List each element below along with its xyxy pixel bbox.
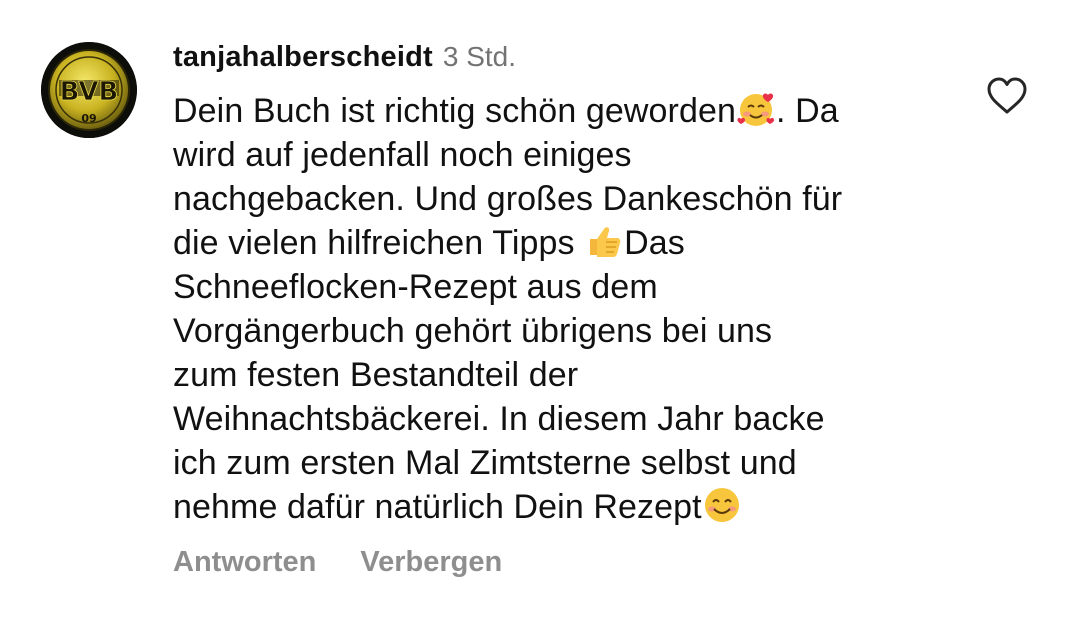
- comment-line: nachgebacken. Und großes Dankeschön für: [173, 180, 843, 218]
- comment-line: Weihnachtsbäckerei. In diesem Jahr backe: [173, 400, 825, 438]
- avatar[interactable]: BVB 09: [41, 42, 137, 138]
- comment-text: Dein Buch ist richtig schön geworden . D…: [173, 89, 973, 529]
- like-button[interactable]: [986, 76, 1028, 116]
- comment-line: nehme dafür natürlich Dein Rezept: [173, 485, 973, 529]
- comment-line: Vorgängerbuch gehört übrigens bei uns: [173, 312, 773, 350]
- comment-line: Dein Buch ist richtig schön geworden . D…: [173, 89, 973, 133]
- smiling-face-with-smiling-eyes-icon: [704, 488, 739, 522]
- smiling-face-with-hearts-icon: [737, 93, 775, 126]
- comment-header: tanjahalberscheidt 3 Std.: [173, 36, 973, 78]
- svg-text:09: 09: [81, 112, 96, 125]
- comment-line: ich zum ersten Mal Zimtsterne selbst und: [173, 444, 797, 482]
- bvb-logo-icon: BVB 09: [41, 42, 137, 138]
- svg-text:BVB: BVB: [60, 77, 119, 107]
- heart-outline-icon: [987, 77, 1027, 114]
- comment-line: Schneeflocken-Rezept aus dem: [173, 268, 658, 306]
- username[interactable]: tanjahalberscheidt: [173, 41, 433, 73]
- comment-item: BVB 09 tanjahalberscheidt 3 Std. Dein Buc…: [0, 0, 1079, 623]
- comment-actions: Antworten Verbergen: [173, 540, 502, 584]
- timestamp: 3 Std.: [442, 41, 517, 72]
- comment-content: tanjahalberscheidt 3 Std. Dein Buch ist r…: [173, 36, 973, 529]
- comment-line: wird auf jedenfall noch einiges: [173, 136, 632, 174]
- thumbs-up-icon: [590, 227, 621, 257]
- reply-button[interactable]: Antworten: [173, 546, 316, 578]
- comment-line: zum festen Bestandteil der: [173, 356, 579, 394]
- hide-button[interactable]: Verbergen: [360, 546, 502, 578]
- comment-line: die vielen hilfreichen Tipps Das: [173, 221, 973, 265]
